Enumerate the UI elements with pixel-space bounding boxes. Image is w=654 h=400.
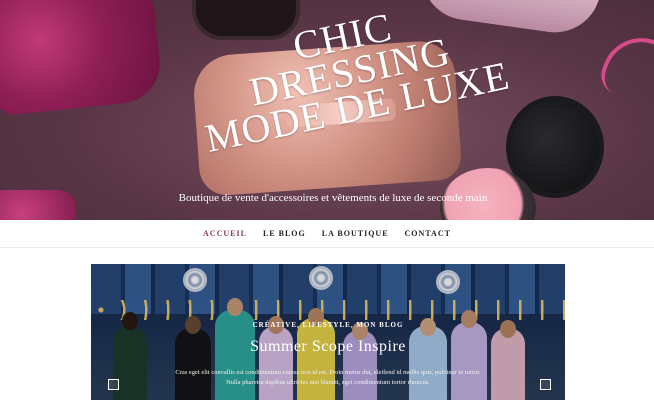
velvet-fabric-image [0, 0, 164, 117]
main-navigation: ACCUEIL LE BLOG LA BOUTIQUE CONTACT [0, 220, 654, 248]
slider-next-button[interactable] [540, 379, 551, 390]
featured-post-slider[interactable]: CRÉATIVE, LIFESTYLE, MON BLOG Summer Sco… [91, 264, 565, 400]
hero-banner: CHIC DRESSING MODE DE LUXE Boutique de v… [0, 0, 654, 220]
slider-prev-button[interactable] [108, 379, 119, 390]
velvet-fabric-image [0, 190, 76, 220]
nav-item-le-blog[interactable]: LE BLOG [255, 229, 314, 238]
post-title[interactable]: Summer Scope Inspire [91, 338, 565, 356]
nav-item-contact[interactable]: CONTACT [397, 229, 459, 238]
nav-item-accueil[interactable]: ACCUEIL [195, 229, 255, 238]
site-tagline: Boutique de vente d'accessoires et vêtem… [178, 192, 488, 204]
nav-item-la-boutique[interactable]: LA BOUTIQUE [314, 229, 397, 238]
post-categories[interactable]: CRÉATIVE, LIFESTYLE, MON BLOG [91, 321, 565, 329]
lace-ribbon-image [595, 26, 654, 118]
post-excerpt: Cras eget elit convallis est condimentum… [175, 369, 481, 386]
